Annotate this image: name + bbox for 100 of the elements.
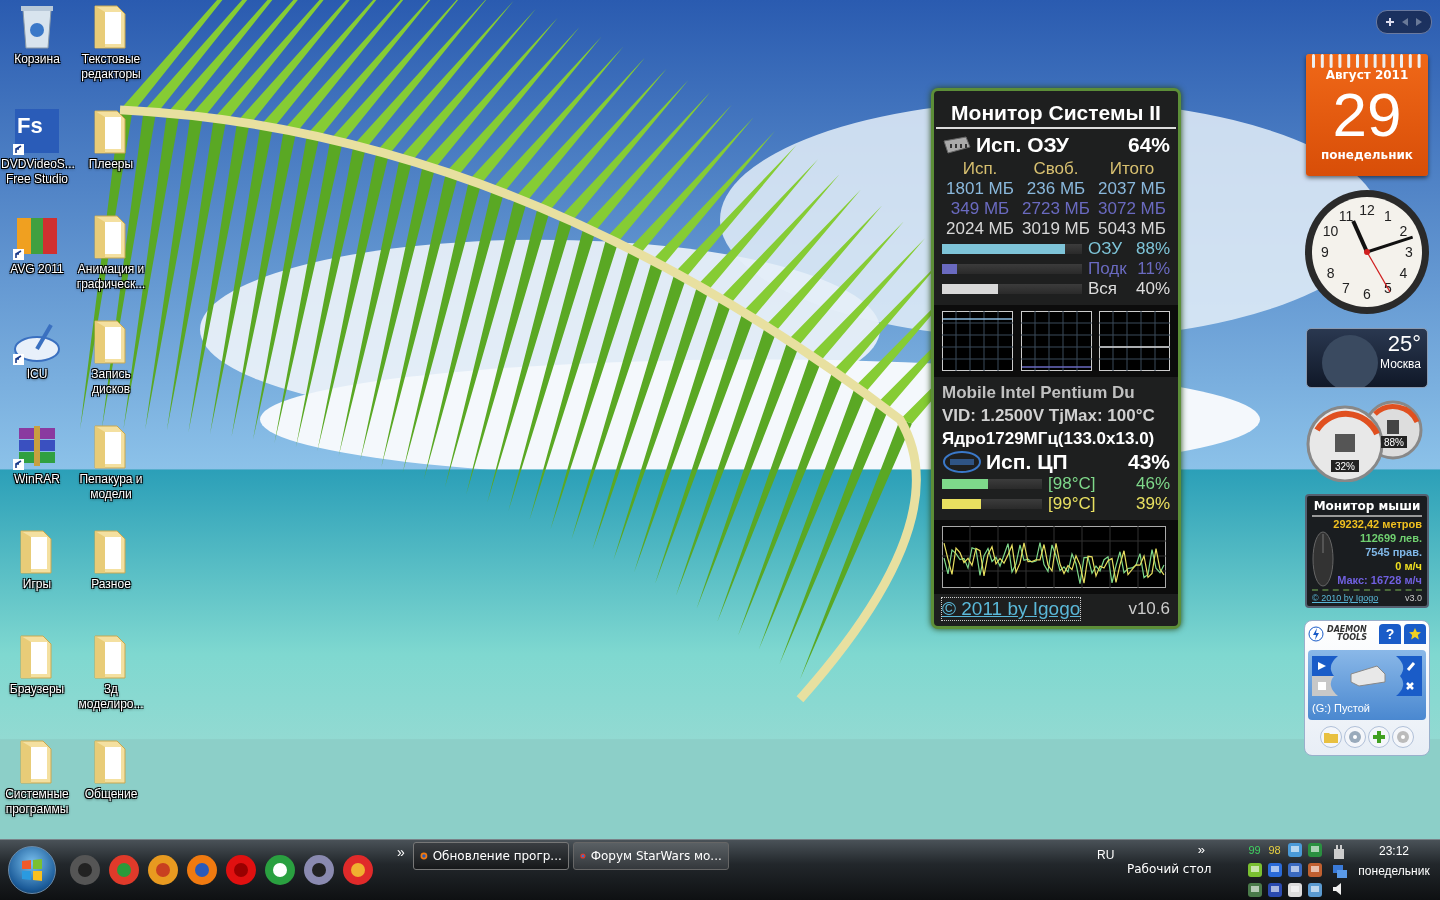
clock-numeral: 3 <box>1405 244 1413 260</box>
bar-value: 88% <box>1135 239 1170 259</box>
author-link[interactable]: © 2010 by Igogo <box>1312 593 1379 603</box>
core-usage: 39% <box>1135 494 1170 514</box>
brand-name: DAEMON <box>1327 626 1368 634</box>
clock-numeral: 6 <box>1363 286 1371 302</box>
clock-numeral: 11 <box>1338 207 1354 224</box>
clock-numeral: 7 <box>1342 280 1350 297</box>
shortcut-arrow-icon <box>13 459 24 470</box>
version-label: v10.6 <box>1128 599 1170 619</box>
next-button[interactable] <box>1415 17 1423 27</box>
folder-icon <box>1324 731 1338 743</box>
usage-line <box>942 318 1013 320</box>
taskbar-window-button[interactable]: Обновление прогр... <box>412 842 569 870</box>
gadget-title: Монитор Системы II <box>936 91 1176 129</box>
temperature-reading[interactable]: 98 <box>1268 844 1281 856</box>
star-icon <box>1408 627 1422 641</box>
table-cell-text: 349 МБ <box>949 199 1011 219</box>
news-button[interactable] <box>1404 624 1426 644</box>
circle-logo-icon <box>224 853 258 887</box>
memory-meter-reading: 88% <box>1384 437 1404 448</box>
table-cell-text: 3072 МБ <box>1097 199 1167 219</box>
clock-numeral: 2 <box>1399 223 1408 239</box>
left-clicks: 112699 лев. <box>1359 531 1422 545</box>
desktop-icon-label[interactable]: Пепакура и модели <box>75 472 147 502</box>
speaker-icon[interactable] <box>1332 882 1344 896</box>
clock-numeral: 4 <box>1399 265 1408 281</box>
app-icon[interactable] <box>341 853 375 887</box>
circle-logo-icon <box>146 853 180 887</box>
desktop-icon-label[interactable]: WinRAR <box>14 472 60 487</box>
usage-line <box>1099 346 1170 348</box>
network-icon[interactable] <box>1332 863 1348 879</box>
plus-icon <box>1385 17 1395 27</box>
table-cell-text: 2037 МБ <box>1097 179 1167 199</box>
desktop-icon-label[interactable]: Корзина <box>14 52 60 67</box>
clock-time[interactable]: 23:12 <box>1379 844 1409 858</box>
more-chevron[interactable]: » <box>397 844 405 860</box>
taskbar-window-button[interactable]: Форум StarWars мо... <box>572 842 729 870</box>
temperature: 25° <box>1387 331 1421 357</box>
clock-numeral: 5 <box>1384 280 1392 297</box>
language-indicator[interactable]: RU <box>1097 848 1115 862</box>
cpu-usage-value: 43% <box>1127 450 1170 474</box>
circle-logo-icon <box>107 853 141 887</box>
max-speed: Макс: 16728 м/ч <box>1336 573 1422 587</box>
app-icon[interactable] <box>263 853 297 887</box>
table-cell-text: 2024 МБ <box>945 219 1015 239</box>
usage-line <box>1020 366 1092 368</box>
circle-logo-icon <box>341 853 375 887</box>
column-header: Итого <box>1108 159 1156 179</box>
settings-close-control[interactable] <box>1396 656 1422 696</box>
add-gadget-button[interactable] <box>1385 17 1395 27</box>
help-button[interactable]: ? <box>1379 624 1401 644</box>
gadget-title: Монитор мыши <box>1312 499 1422 517</box>
drive-status: (G:) Пустой <box>1312 702 1371 714</box>
spiral-binding-icon <box>1310 54 1424 70</box>
memory-usage-value: 64% <box>1127 133 1170 157</box>
start-button[interactable] <box>8 846 56 894</box>
table-cell-text: 5043 МБ <box>1097 219 1167 239</box>
desktop-icon-label[interactable]: AVG 2011 <box>10 262 64 277</box>
circle-logo-icon <box>185 853 219 887</box>
distance-value: 29232,42 метров <box>1332 517 1422 531</box>
power-plug-icon[interactable] <box>1332 844 1346 860</box>
clock-numeral: 12 <box>1359 202 1375 218</box>
calendar-weekday: понедельник <box>1321 148 1413 162</box>
desktop-icon-label[interactable]: DVDVideoS... Free Studio <box>1 157 73 187</box>
clock-numeral: 10 <box>1322 223 1339 239</box>
bar-label: Вся <box>1088 279 1119 299</box>
shortcut-arrow-icon <box>13 249 24 260</box>
shortcut-arrow-icon <box>13 144 24 155</box>
bar-label: Подк <box>1088 259 1128 279</box>
bar-value: 11% <box>1137 259 1170 279</box>
clock-numeral: 8 <box>1326 265 1335 281</box>
version-label: v3.0 <box>1405 593 1422 603</box>
cpu-meter-reading: 32% <box>1335 461 1355 472</box>
clock-numeral: 9 <box>1321 244 1329 260</box>
desktop-icon-label[interactable]: Текстовые редакторы <box>75 52 147 82</box>
column-header: Исп. <box>961 159 999 179</box>
temperature-reading[interactable]: 99 <box>1248 844 1261 856</box>
previous-button[interactable] <box>1401 17 1409 27</box>
left-arrow-icon <box>1401 17 1409 27</box>
app-icon[interactable] <box>185 853 219 887</box>
add-button[interactable] <box>1368 726 1390 748</box>
more-chevron[interactable]: » <box>1197 842 1205 857</box>
cpu-voltage: VID: 1.2500V TjMax: 100°C <box>942 405 1156 427</box>
play-stop-control[interactable] <box>1312 656 1338 696</box>
plus-icon <box>1372 730 1386 744</box>
core-usage: 46% <box>1135 474 1170 494</box>
core-temperature: [98°C] <box>1048 474 1097 494</box>
icon-letters: Fs <box>17 113 43 139</box>
author-link[interactable]: © 2011 by Igogo <box>942 598 1081 620</box>
speed-value: 0 м/ч <box>1394 559 1422 573</box>
cpu-frequency: Ядро1729МГц(133.0x13.0) <box>942 428 1156 450</box>
table-cell-text: 2723 МБ <box>1021 199 1091 219</box>
right-clicks: 7545 прав. <box>1364 545 1422 559</box>
right-arrow-icon <box>1415 17 1423 27</box>
app-icon[interactable] <box>146 853 180 887</box>
clock-weekday[interactable]: понедельник <box>1358 864 1430 878</box>
circle-logo-icon <box>302 853 336 887</box>
app-tile-icon[interactable] <box>13 107 61 155</box>
desktop-toolbar-label[interactable]: Рабочий стол <box>1075 862 1215 876</box>
